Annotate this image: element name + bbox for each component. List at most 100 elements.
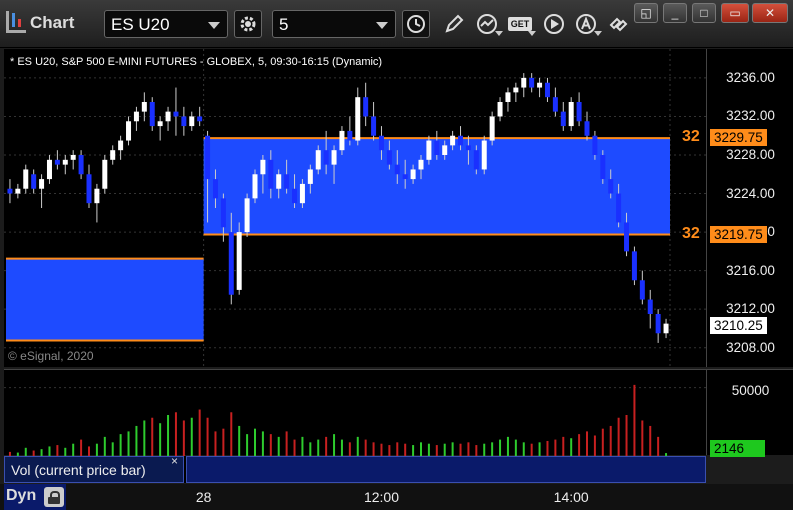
candle-body (157, 121, 163, 127)
restore-icon[interactable]: ◱ (634, 3, 658, 23)
dynamic-button[interactable]: Dyn (4, 484, 66, 510)
lower-edge-label: 32 (682, 224, 700, 242)
candle-body (624, 222, 630, 252)
symbol-value: ES U20 (111, 15, 170, 34)
volume-panel-title[interactable]: Vol (current price bar) (4, 456, 184, 483)
link-icon[interactable] (604, 10, 632, 38)
candle-body (473, 150, 479, 170)
candle-body (489, 116, 495, 141)
candle-body (647, 299, 653, 314)
maximize-alt-icon[interactable]: ▭ (721, 3, 749, 23)
gear-icon[interactable] (234, 10, 262, 38)
volume-axis[interactable]: 50000 2146 (706, 369, 793, 457)
volume-panel-bar: Vol (current price bar) × (4, 454, 706, 483)
get-data-icon[interactable]: GET (506, 10, 536, 38)
volume-axis-label: 50000 (731, 383, 770, 398)
candle-body (347, 130, 353, 141)
lock-icon[interactable] (44, 487, 64, 507)
get-label: GET (507, 17, 533, 31)
interval-value: 5 (279, 15, 289, 34)
candle-body (458, 135, 464, 146)
candle-body (608, 179, 614, 194)
candle-body (197, 116, 203, 122)
candle-body (426, 140, 432, 160)
candle-body (315, 150, 321, 170)
minimize-icon[interactable]: _ (663, 3, 687, 23)
close-icon[interactable]: × (171, 454, 178, 468)
candle-body (276, 174, 282, 189)
candle-body (189, 116, 195, 127)
price-axis[interactable]: 3236.003232.003228.003224.003220.003216.… (706, 49, 793, 367)
price-axis-label: 3236.00 (726, 69, 775, 85)
symbol-dropdown[interactable]: ES U20 (104, 10, 228, 38)
candle-body (592, 135, 598, 155)
candle-body (600, 155, 606, 180)
candle-body (7, 188, 13, 194)
price-axis-label: 3212.00 (726, 301, 775, 317)
zone-0 (6, 258, 204, 341)
candle-body (149, 102, 155, 127)
candle-body (292, 188, 298, 204)
candle-body (339, 130, 345, 151)
price-axis-label: 3216.00 (726, 262, 775, 278)
candle-body (15, 188, 21, 194)
price-axis-label: 3232.00 (726, 108, 775, 124)
candle-body (481, 140, 487, 170)
candle-body (639, 280, 645, 300)
candle-body (631, 251, 637, 281)
candle-body (386, 150, 392, 165)
candle-body (141, 102, 147, 112)
clock-icon[interactable] (402, 10, 430, 38)
candle-body (307, 169, 313, 184)
candle-body (31, 174, 37, 189)
candle-body (118, 140, 124, 151)
last-volume-tag: 2146 (710, 440, 765, 457)
interval-dropdown[interactable]: 5 (272, 10, 396, 38)
candle-body (410, 169, 416, 180)
candle-body (46, 159, 52, 180)
candle-body (576, 102, 582, 122)
candle-body (663, 323, 669, 334)
price-axis-label: 3208.00 (726, 339, 775, 355)
candle-body (133, 111, 139, 122)
candle-body (62, 159, 68, 165)
candle-body (284, 174, 290, 189)
upper-level-tag: 3229.75 (710, 129, 767, 147)
candle-body (173, 111, 179, 117)
candle-body (355, 97, 361, 141)
close-icon[interactable]: ✕ (752, 3, 788, 23)
candle-body (560, 111, 566, 127)
candle-body (102, 159, 108, 189)
candle-body (465, 145, 471, 151)
play-icon[interactable] (540, 10, 568, 38)
candle-body (442, 145, 448, 155)
maximize-icon[interactable]: □ (692, 3, 716, 23)
candle-body (513, 87, 519, 93)
time-label-28: 28 (195, 489, 212, 505)
candle-body (505, 92, 511, 102)
text-icon[interactable] (572, 10, 602, 38)
time-axis[interactable]: Dyn 28 12:00 14:00 (0, 484, 793, 510)
volume-pane[interactable] (4, 369, 706, 456)
candle-body (450, 135, 456, 146)
candle-body (568, 102, 574, 127)
candle-body (268, 159, 274, 189)
candle-body (126, 121, 132, 141)
pencil-icon[interactable] (440, 10, 468, 38)
price-pane[interactable]: * ES U20, S&P 500 E-MINI FUTURES - GLOBE… (4, 49, 706, 367)
candle-body (402, 174, 408, 180)
candle-body (244, 198, 250, 233)
volume-panel-area (186, 456, 706, 483)
study-icon[interactable] (473, 10, 503, 38)
chevron-down-icon (376, 22, 388, 29)
window-title: Chart (30, 13, 75, 32)
dynamic-label: Dyn (6, 487, 37, 504)
chart-toolbar: Chart ES U20 5 GET ◱ _ □ ▭ ✕ (0, 0, 793, 48)
copyright-label: © eSignal, 2020 (8, 349, 94, 363)
candle-body (205, 135, 211, 180)
last-price-tag: 3210.25 (710, 317, 767, 335)
lower-level-tag: 3219.75 (710, 225, 767, 243)
price-axis-label: 3228.00 (726, 147, 775, 162)
candle-body (323, 150, 329, 165)
volume-chart (4, 384, 706, 456)
